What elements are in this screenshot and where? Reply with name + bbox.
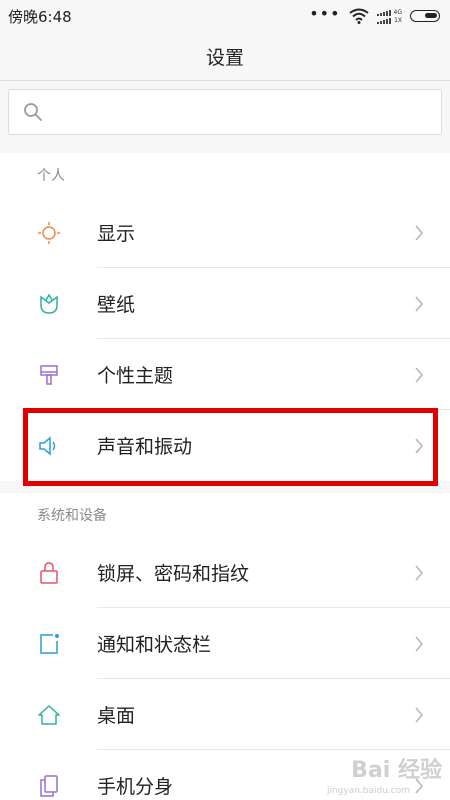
- section-header-system: 系统和设备: [37, 508, 107, 524]
- tulip-icon: [40, 293, 58, 314]
- sun-icon: [38, 222, 60, 244]
- settings-item-wallpaper[interactable]: 壁纸: [0, 268, 450, 339]
- chevron-right-icon: [415, 636, 423, 652]
- settings-item-label: 个性主题: [97, 365, 174, 387]
- settings-screen: 傍晚6:48 ••• 4G 1X 设置 个人 显示 壁纸 个性主题 声音和振动 …: [0, 0, 450, 800]
- settings-item-label: 壁纸: [97, 294, 136, 316]
- battery-icon: [410, 10, 440, 22]
- settings-item-display[interactable]: 显示: [0, 197, 450, 268]
- notification-icon: [40, 634, 59, 654]
- page-title-bar: 设置: [0, 32, 450, 81]
- lock-icon: [40, 562, 58, 584]
- settings-item-lockscreen[interactable]: 锁屏、密码和指纹: [0, 537, 450, 608]
- network-4g-label: 4G: [393, 8, 402, 16]
- section-header-personal: 个人: [37, 168, 65, 184]
- dual-phone-icon: [40, 775, 58, 797]
- chevron-right-icon: [415, 296, 423, 312]
- settings-item-notifications[interactable]: 通知和状态栏: [0, 608, 450, 679]
- search-icon: [24, 103, 42, 121]
- chevron-right-icon: [415, 565, 423, 581]
- settings-item-label: 锁屏、密码和指纹: [97, 563, 250, 585]
- watermark-url: jingyan.baidu.com: [326, 786, 410, 796]
- chevron-right-icon: [415, 367, 423, 383]
- wifi-icon: [348, 8, 369, 24]
- more-dots-icon: •••: [309, 3, 341, 23]
- status-icons: ••• 4G 1X: [309, 3, 440, 26]
- settings-item-label: 桌面: [97, 705, 136, 727]
- search-input[interactable]: [53, 98, 437, 128]
- chevron-right-icon: [415, 707, 423, 723]
- search-box[interactable]: [8, 89, 442, 135]
- settings-item-label: 通知和状态栏: [97, 634, 212, 656]
- page-title: 设置: [205, 46, 244, 69]
- cell-signal-icon: 4G 1X: [376, 8, 402, 24]
- chevron-right-icon: [415, 438, 423, 454]
- search-area: [0, 81, 450, 147]
- speaker-icon: [39, 436, 56, 456]
- section-personal: 个人 显示 壁纸 个性主题 声音和振动: [0, 153, 450, 481]
- settings-item-label: 显示: [97, 223, 136, 245]
- home-icon: [38, 705, 60, 725]
- brush-icon: [40, 365, 58, 385]
- network-1x-label: 1X: [394, 16, 402, 24]
- settings-item-label: 声音和振动: [97, 436, 193, 458]
- settings-item-theme[interactable]: 个性主题: [0, 339, 450, 410]
- status-bar: 傍晚6:48 ••• 4G 1X: [0, 0, 450, 32]
- settings-item-home-screen[interactable]: 桌面: [0, 679, 450, 750]
- watermark-logo: Bai 经验: [351, 758, 442, 783]
- settings-item-label: 手机分身: [97, 776, 174, 798]
- chevron-right-icon: [415, 225, 423, 241]
- settings-item-sound[interactable]: 声音和振动: [0, 410, 450, 481]
- status-time: 傍晚6:48: [8, 7, 72, 26]
